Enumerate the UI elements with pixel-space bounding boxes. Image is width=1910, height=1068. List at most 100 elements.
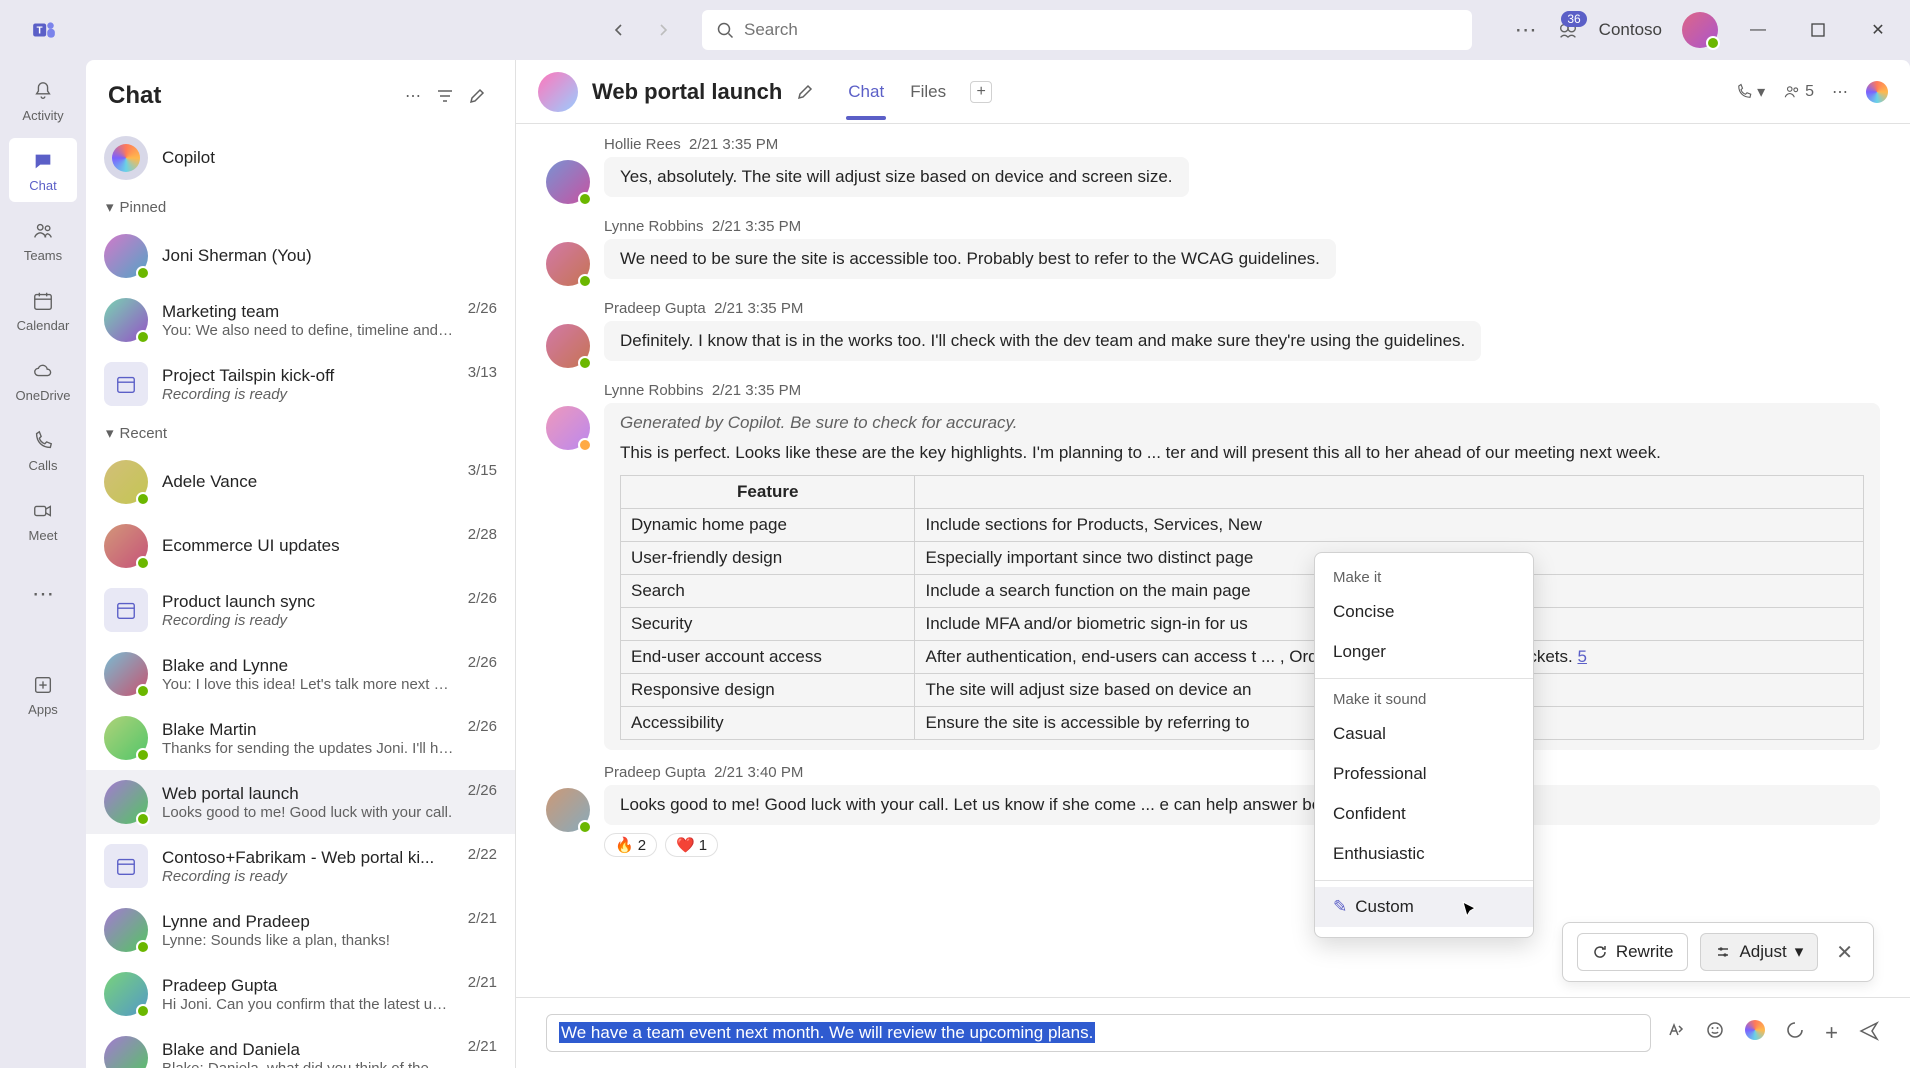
presence-icon (136, 940, 150, 954)
tab-chat[interactable]: Chat (846, 64, 886, 120)
message-bubble: Definitely. I know that is in the works … (604, 321, 1481, 361)
chat-list-item[interactable]: Product launch syncRecording is ready2/2… (86, 578, 515, 642)
sidebar-copilot[interactable]: Copilot (86, 126, 515, 190)
chat-list-item[interactable]: Lynne and PradeepLynne: Sounds like a pl… (86, 898, 515, 962)
chat-list-item[interactable]: Blake and DanielaBlake: Daniela, what di… (86, 1026, 515, 1068)
nav-back-button[interactable] (600, 11, 638, 49)
author-avatar[interactable] (546, 324, 590, 368)
adjust-professional[interactable]: Professional (1315, 754, 1533, 794)
rewrite-button[interactable]: Rewrite (1577, 933, 1689, 971)
chat-avatar (104, 1036, 148, 1068)
chevron-down-icon: ▾ (1757, 82, 1765, 102)
chat-list-item[interactable]: Ecommerce UI updates2/28 (86, 514, 515, 578)
profile-avatar[interactable] (1682, 12, 1718, 48)
adjust-longer[interactable]: Longer (1315, 632, 1533, 672)
author-avatar[interactable] (546, 242, 590, 286)
chat-list-item[interactable]: Web portal launchLooks good to me! Good … (86, 770, 515, 834)
chat-header: Web portal launch Chat Files + ▾ 5 ⋯ (516, 60, 1910, 124)
add-icon[interactable]: + (1825, 1020, 1838, 1046)
reaction-fire[interactable]: 🔥 2 (604, 833, 657, 857)
copilot-pane-icon[interactable] (1866, 81, 1888, 103)
adjust-button[interactable]: Adjust ▾ (1700, 933, 1818, 971)
more-icon[interactable]: ⋯ (1515, 17, 1537, 43)
author-avatar[interactable] (546, 406, 590, 450)
window-maximize-button[interactable] (1798, 10, 1838, 50)
adjust-confident[interactable]: Confident (1315, 794, 1533, 834)
presence-icon (578, 820, 592, 834)
window-minimize-button[interactable]: ― (1738, 10, 1778, 50)
calendar-avatar-icon (104, 588, 148, 632)
presence-icon (136, 684, 150, 698)
window-close-button[interactable]: ✕ (1858, 10, 1898, 50)
copilot-bar-close-icon[interactable]: ✕ (1830, 940, 1859, 965)
rail-calendar[interactable]: Calendar (9, 278, 77, 342)
chat-list-item[interactable]: Contoso+Fabrikam - Web portal ki...Recor… (86, 834, 515, 898)
chat-item-date: 2/26 (468, 654, 497, 671)
chat-item-name: Lynne and Pradeep (162, 912, 454, 932)
presence-icon (578, 356, 592, 370)
compose-input[interactable]: We have a team event next month. We will… (546, 1014, 1651, 1052)
rail-apps[interactable]: Apps (9, 662, 77, 726)
presence-icon (136, 748, 150, 762)
reaction-heart[interactable]: ❤️ 1 (665, 833, 718, 857)
adjust-casual[interactable]: Casual (1315, 714, 1533, 754)
chat-list-item[interactable]: Blake and LynneYou: I love this idea! Le… (86, 642, 515, 706)
pinned-header[interactable]: ▾Pinned (86, 190, 515, 224)
rail-activity[interactable]: Activity (9, 68, 77, 132)
rail-onedrive[interactable]: OneDrive (9, 348, 77, 412)
chat-item-preview: You: We also need to define, timeline an… (162, 322, 454, 339)
tab-files[interactable]: Files (908, 64, 948, 120)
adjust-concise[interactable]: Concise (1315, 592, 1533, 632)
adjust-custom[interactable]: ✎Custom (1315, 887, 1533, 927)
chat-item-preview: You: I love this idea! Let's talk more n… (162, 676, 454, 693)
add-tab-icon[interactable]: + (970, 81, 992, 103)
rail-calls[interactable]: Calls (9, 418, 77, 482)
call-button[interactable]: ▾ (1735, 82, 1765, 102)
nav-forward-button[interactable] (644, 11, 682, 49)
adjust-menu: Make it Concise Longer Make it sound Cas… (1314, 552, 1534, 938)
table-row: SearchInclude a search function on the m… (621, 575, 1864, 608)
chevron-down-icon: ▾ (1795, 942, 1804, 962)
chat-message: Hollie Rees 2/21 3:35 PMYes, absolutely.… (546, 136, 1880, 204)
chat-item-name: Contoso+Fabrikam - Web portal ki... (162, 848, 454, 868)
author-avatar[interactable] (546, 160, 590, 204)
send-icon[interactable] (1858, 1020, 1880, 1046)
table-row: User-friendly designEspecially important… (621, 542, 1864, 575)
chat-item-name: Pradeep Gupta (162, 976, 454, 996)
sidebar-more-icon[interactable]: ⋯ (397, 80, 429, 112)
copilot-compose-icon[interactable] (1745, 1020, 1765, 1046)
emoji-icon[interactable] (1705, 1020, 1725, 1046)
chat-item-date: 2/28 (468, 526, 497, 543)
chat-list-item[interactable]: Adele Vance3/15 (86, 450, 515, 514)
new-chat-icon[interactable] (461, 80, 493, 112)
edit-title-icon[interactable] (796, 83, 814, 101)
people-button[interactable]: 5 (1783, 83, 1814, 101)
chat-avatar[interactable] (538, 72, 578, 112)
loop-icon[interactable] (1785, 1020, 1805, 1046)
chat-list-item[interactable]: Marketing teamYou: We also need to defin… (86, 288, 515, 352)
reference-link[interactable]: 5 (1577, 647, 1586, 666)
chat-more-icon[interactable]: ⋯ (1832, 82, 1848, 102)
rail-meet[interactable]: Meet (9, 488, 77, 552)
chat-item-date: 2/21 (468, 974, 497, 991)
chat-message: Pradeep Gupta 2/21 3:40 PM Looks good to… (546, 764, 1880, 857)
chat-list-item[interactable]: Joni Sherman (You) (86, 224, 515, 288)
calendar-avatar-icon (104, 362, 148, 406)
chat-list-item[interactable]: Pradeep GuptaHi Joni. Can you confirm th… (86, 962, 515, 1026)
author-avatar[interactable] (546, 788, 590, 832)
chat-list-item[interactable]: Blake MartinThanks for sending the updat… (86, 706, 515, 770)
chat-list-item[interactable]: Project Tailspin kick-offRecording is re… (86, 352, 515, 416)
copilot-generated-message: Lynne Robbins 2/21 3:35 PM Generated by … (546, 382, 1880, 750)
filter-icon[interactable] (429, 80, 461, 112)
adjust-enthusiastic[interactable]: Enthusiastic (1315, 834, 1533, 874)
format-icon[interactable] (1665, 1020, 1685, 1046)
rail-more[interactable]: ⋯ (9, 562, 77, 626)
rail-chat[interactable]: Chat (9, 138, 77, 202)
rail-teams[interactable]: Teams (9, 208, 77, 272)
notifications-button[interactable]: 36 (1557, 19, 1579, 41)
search-input[interactable] (744, 20, 1458, 40)
search-box[interactable] (702, 10, 1472, 50)
recent-header[interactable]: ▾Recent (86, 416, 515, 450)
org-name[interactable]: Contoso (1599, 20, 1662, 40)
chat-body[interactable]: Hollie Rees 2/21 3:35 PMYes, absolutely.… (516, 124, 1910, 997)
